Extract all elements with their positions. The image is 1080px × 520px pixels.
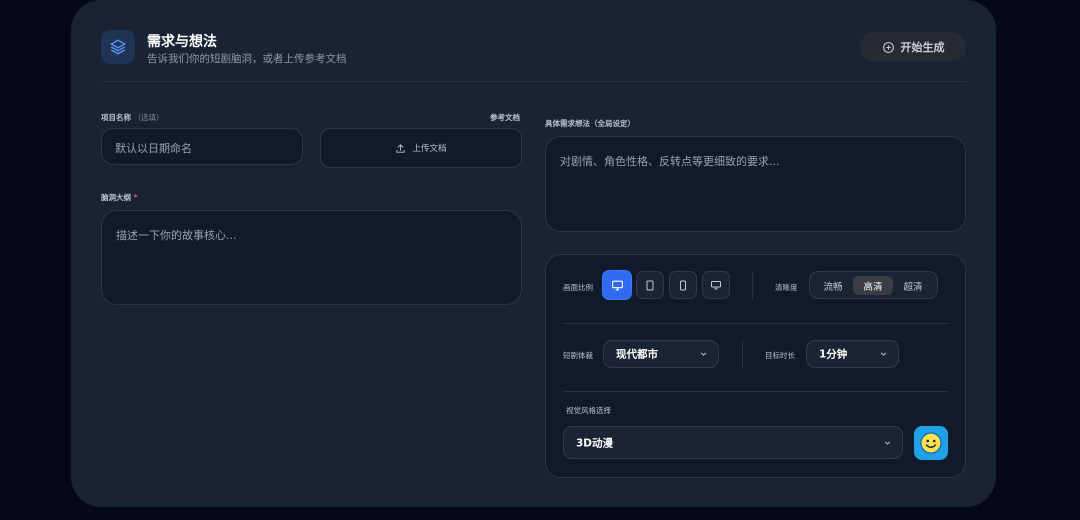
chevron-down-icon	[700, 352, 707, 356]
aspect-label: 画面比例	[563, 283, 593, 292]
requirements-placeholder: 对剧情、角色性格、反转点等更细致的要求...	[560, 155, 780, 168]
plus-circle-icon	[882, 41, 894, 53]
aspect-option-portrait[interactable]	[636, 271, 664, 299]
project-name-input[interactable]: 默认以日期命名	[101, 128, 303, 165]
start-generate-label: 开始生成	[900, 41, 945, 54]
style-label: 视觉风格选择	[566, 406, 611, 415]
monitor-icon	[611, 280, 623, 290]
requirements-label: 具体需求想法（全局设定）	[545, 119, 635, 128]
genre-label: 短剧体裁	[563, 351, 593, 360]
page-title: 需求与想法	[147, 34, 217, 50]
project-name-placeholder: 默认以日期命名	[115, 142, 192, 155]
start-generate-button[interactable]: 开始生成	[860, 32, 966, 62]
tablet-icon	[646, 280, 654, 290]
project-name-label-text: 项目名称	[101, 113, 131, 122]
monitor-small-icon	[711, 281, 721, 290]
style-select[interactable]: 3D动漫	[563, 426, 903, 459]
upload-label: 上传文档	[412, 144, 447, 154]
upload-icon	[396, 143, 406, 153]
style-value: 3D动漫	[576, 437, 614, 449]
genre-value: 现代都市	[616, 348, 658, 361]
outline-label-text: 脑洞大纲	[101, 193, 131, 202]
aspect-option-phone[interactable]	[669, 271, 697, 299]
quality-option-uhd[interactable]: 超清	[893, 276, 933, 295]
main-card: 需求与想法 告诉我们你的短剧脑洞，或者上传参考文档 开始生成 项目名称 （选填）…	[71, 0, 996, 507]
aspect-option-square[interactable]	[702, 271, 730, 299]
quality-label: 清晰度	[775, 283, 798, 292]
smile-icon	[920, 432, 942, 454]
chevron-down-icon	[884, 441, 891, 445]
quality-option-hd[interactable]: 高清	[853, 276, 893, 295]
duration-value: 1分钟	[819, 348, 848, 361]
upload-document-button[interactable]: 上传文档	[320, 128, 522, 168]
phone-icon	[680, 280, 686, 290]
requirements-textarea[interactable]: 对剧情、角色性格、反转点等更细致的要求...	[545, 136, 966, 232]
header: 需求与想法 告诉我们你的短剧脑洞，或者上传参考文档 开始生成	[101, 30, 966, 82]
settings-panel: 画面比例 清晰度 流畅 高清 超清 短剧体裁 现代都市 目标时长 1分钟 视觉风…	[545, 254, 966, 478]
layers-icon	[101, 30, 135, 64]
aspect-option-landscape[interactable]	[602, 270, 632, 300]
page-subtitle: 告诉我们你的短剧脑洞，或者上传参考文档	[147, 53, 347, 65]
outline-textarea[interactable]: 描述一下你的故事核心...	[101, 210, 522, 305]
style-preview-button[interactable]	[914, 426, 948, 460]
quality-segmented: 流畅 高清 超清	[809, 271, 938, 299]
divider	[742, 340, 743, 368]
duration-label: 目标时长	[765, 351, 795, 360]
divider	[563, 391, 948, 392]
divider	[563, 323, 948, 324]
quality-option-smooth[interactable]: 流畅	[813, 276, 853, 295]
duration-select[interactable]: 1分钟	[806, 340, 899, 368]
required-marker: *	[133, 193, 138, 202]
project-name-optional: （选填）	[133, 113, 164, 122]
chevron-down-icon	[880, 352, 887, 356]
divider	[752, 272, 753, 299]
outline-label: 脑洞大纲 *	[101, 192, 138, 203]
outline-placeholder: 描述一下你的故事核心...	[116, 229, 237, 242]
reference-doc-label: 参考文档	[490, 113, 520, 122]
genre-select[interactable]: 现代都市	[603, 340, 719, 368]
project-name-label: 项目名称 （选填）	[101, 112, 164, 123]
